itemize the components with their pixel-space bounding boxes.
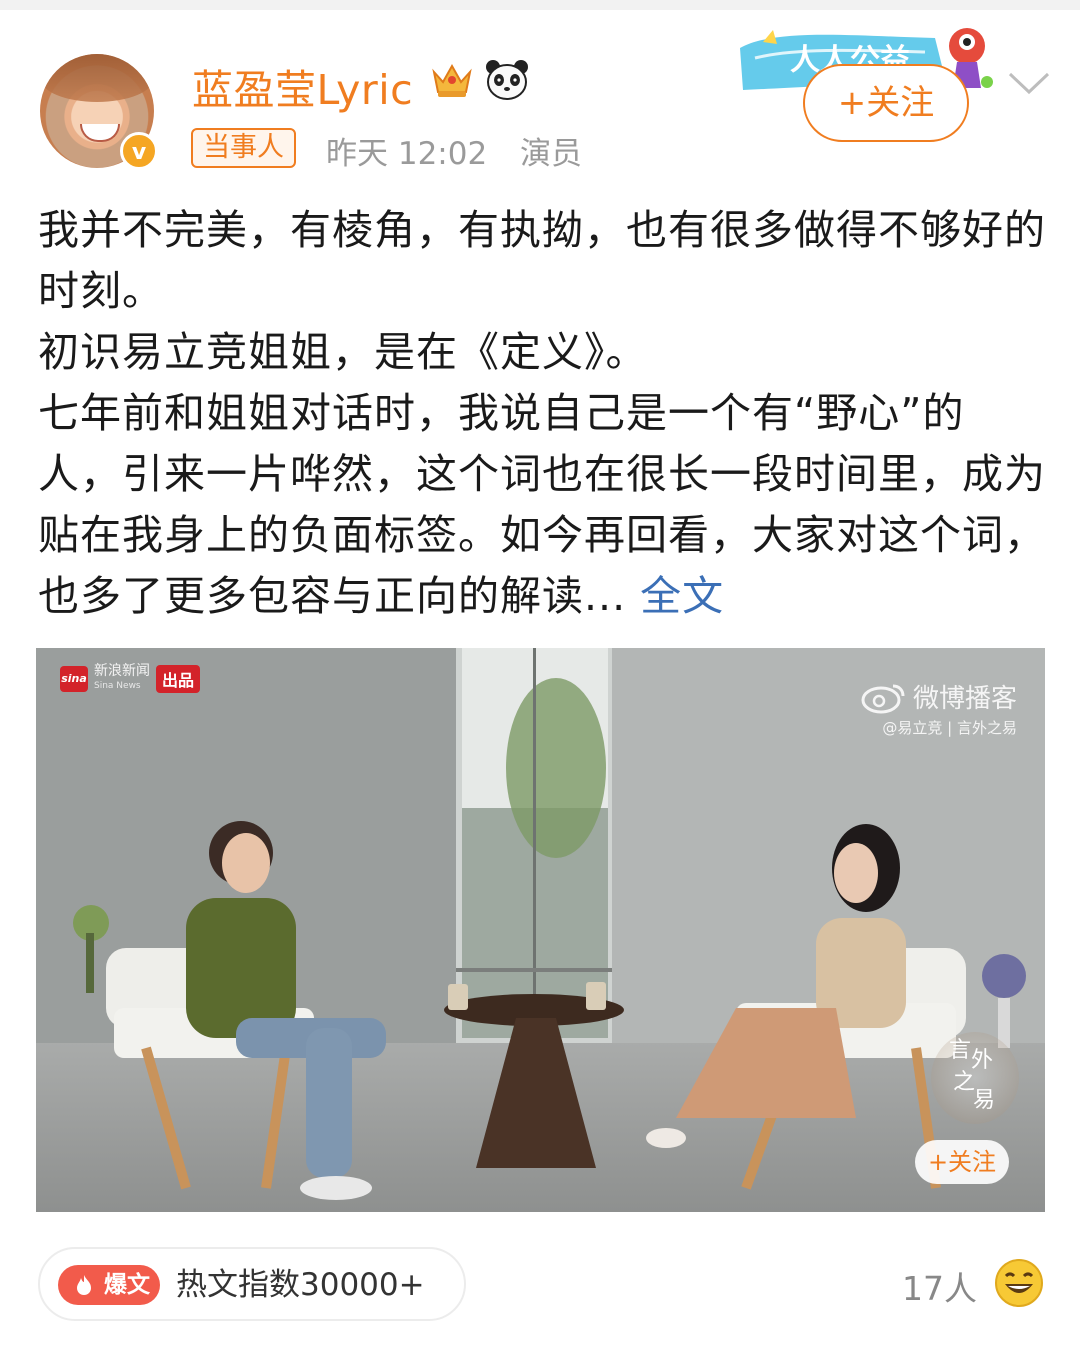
podcast-brand: 微博播客 (912, 684, 1017, 714)
weibo-podcast-watermark: 微博播客 @易立竞 | 言外之易 (861, 678, 1017, 738)
sina-logo-icon: sina (60, 666, 88, 692)
username[interactable]: 蓝盈莹Lyric (192, 56, 413, 116)
follow-button[interactable]: +关注 (803, 64, 969, 142)
podcast-sub: @易立竞 | 言外之易 (882, 719, 1017, 737)
news-source-logo: sina 新浪新闻 Sina News 出品 (60, 664, 201, 694)
read-more-link[interactable]: 全文 (640, 572, 724, 620)
post-paragraph: 七年前和姐姐对话时，我说自己是一个有“野心”的人，引来一片哗然，这个词也在很长一… (38, 383, 1048, 627)
video-follow-button[interactable]: +关注 (915, 1140, 1009, 1184)
show-logo-char: 易 (973, 1088, 996, 1113)
panda-icon (486, 60, 528, 100)
avatar-smile (80, 124, 120, 142)
avatar-hair (40, 54, 154, 102)
likes-count[interactable]: 17人 (902, 1262, 977, 1310)
show-logo-char: 外 (971, 1048, 994, 1073)
post-text: 我并不完美，有棱角，有执拗，也有很多做得不够好的时刻。 初识易立竞姐姐，是在《定… (38, 200, 1048, 627)
post-time: 昨天 12:02 (326, 136, 488, 172)
role-tag: 当事人 (191, 128, 296, 168)
source-sub: Sina News (94, 681, 141, 691)
hot-index-pill[interactable]: 爆文 热文指数30000+ (38, 1247, 466, 1321)
show-logo: 言 外 之 易 (931, 1032, 1019, 1124)
source-name: 新浪新闻 (94, 663, 150, 679)
hot-index-text: 热文指数30000+ (176, 1267, 425, 1303)
post-paragraph-text: 七年前和姐姐对话时，我说自己是一个有“野心”的人，引来一片哗然，这个词也在很长一… (38, 389, 1046, 620)
post-paragraph: 我并不完美，有棱角，有执拗，也有很多做得不够好的时刻。 (38, 206, 1046, 315)
flame-icon (77, 1275, 91, 1295)
source-tag: 出品 (156, 665, 201, 693)
chevron-down-icon[interactable] (1006, 68, 1052, 98)
video-player[interactable]: sina 新浪新闻 Sina News 出品 微博播客 @易立竞 | 言外之易 … (36, 648, 1045, 1212)
top-divider (0, 0, 1080, 10)
weibo-logo-icon (861, 684, 905, 713)
verified-badge: v (120, 132, 158, 170)
news-source-name: 新浪新闻 Sina News (94, 664, 150, 694)
show-logo-char: 之 (953, 1070, 976, 1095)
laughing-emoji-icon[interactable] (994, 1258, 1044, 1308)
show-logo-char: 言 (949, 1038, 972, 1063)
hot-badge-label: 爆文 (104, 1272, 150, 1298)
crown-icon (432, 63, 472, 97)
post-paragraph: 初识易立竞姐姐，是在《定义》。 (38, 328, 648, 376)
user-role: 演员 (520, 136, 582, 172)
hot-badge: 爆文 (58, 1265, 160, 1305)
